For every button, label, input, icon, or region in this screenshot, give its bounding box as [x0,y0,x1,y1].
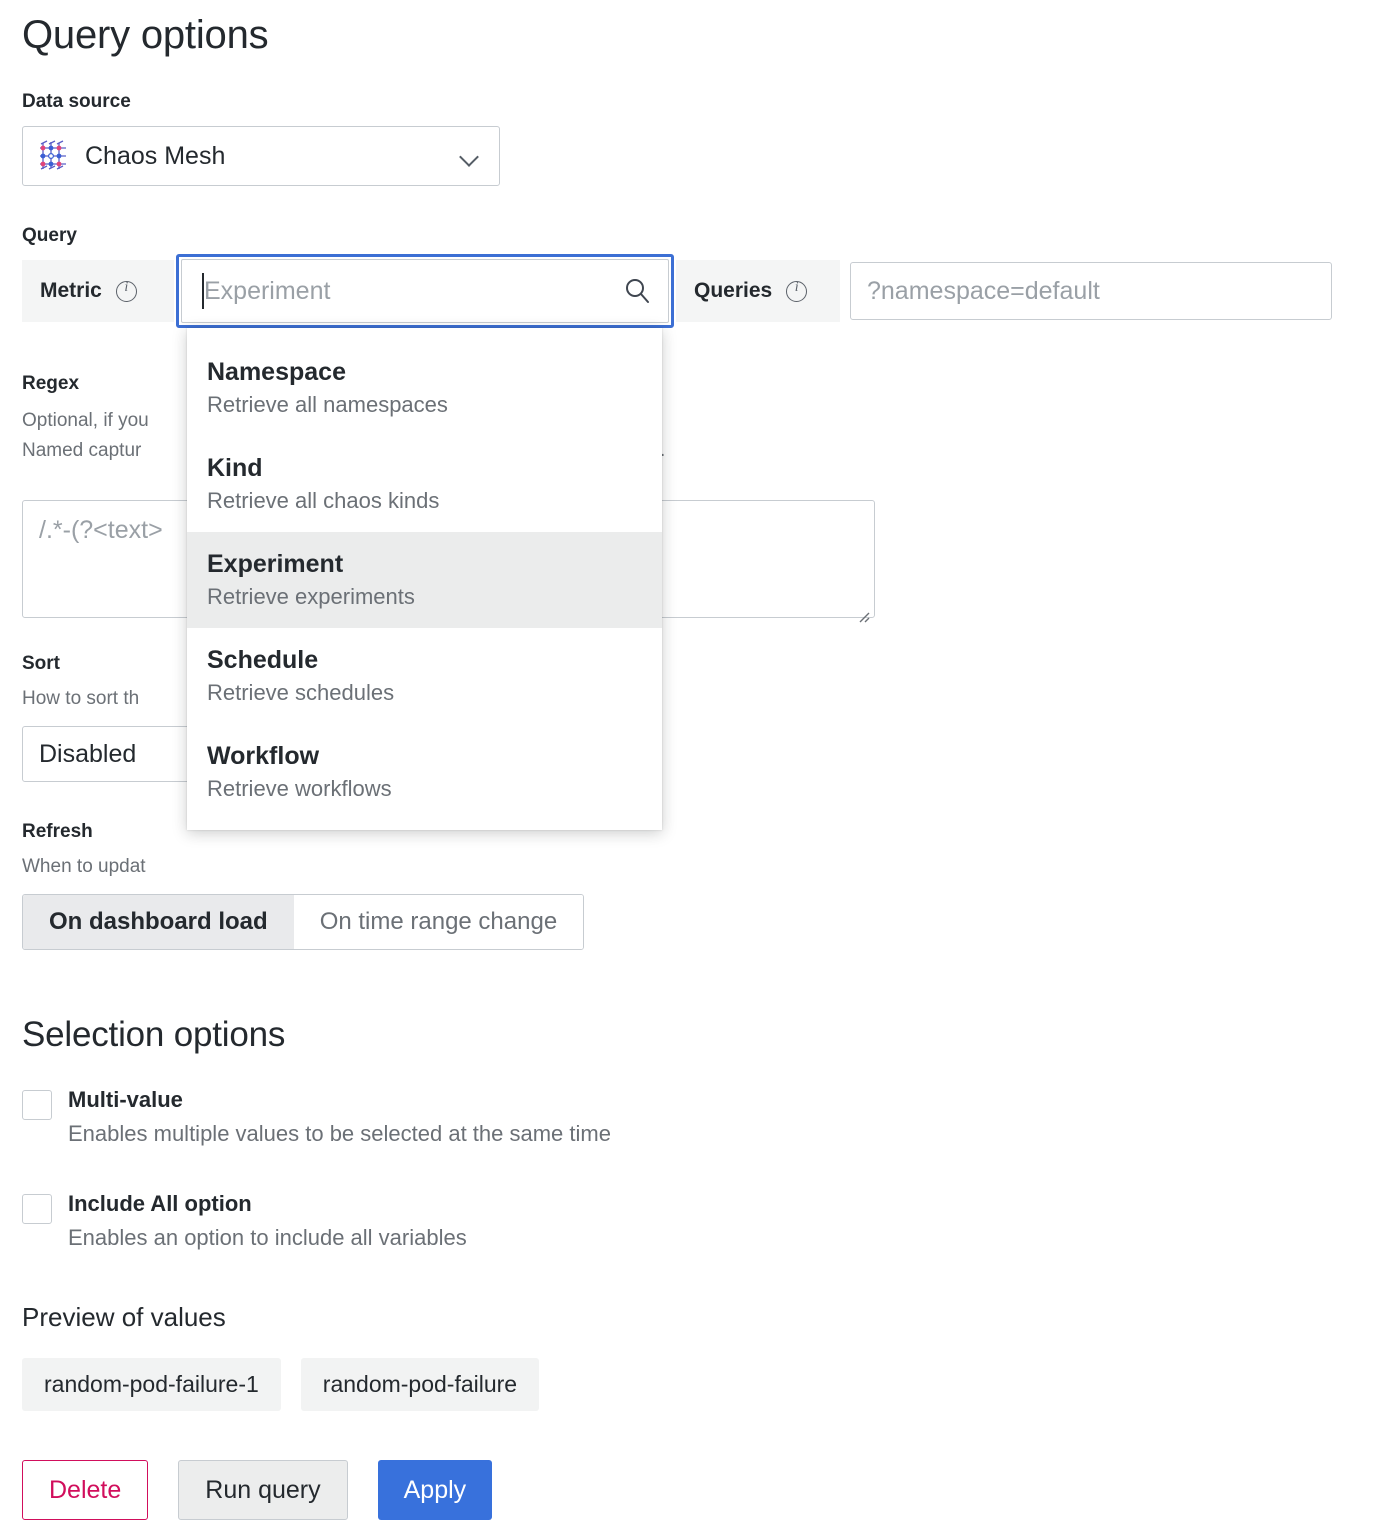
dropdown-option-title: Namespace [207,356,642,388]
dropdown-option-schedule[interactable]: Schedule Retrieve schedules [187,628,662,724]
queries-input[interactable]: ?namespace=default [850,262,1332,320]
data-source-select[interactable]: Chaos Mesh [22,126,500,186]
page-title: Query options [22,10,268,60]
multi-value-label[interactable]: Multi-value [68,1087,183,1113]
preview-of-values-title: Preview of values [22,1300,226,1334]
sort-selected-value: Disabled [39,740,136,769]
preview-value-chip: random-pod-failure [301,1358,539,1411]
dropdown-option-kind[interactable]: Kind Retrieve all chaos kinds [187,436,662,532]
refresh-option-on-dashboard-load[interactable]: On dashboard load [23,895,294,949]
metric-input-placeholder: Experiment [204,277,622,306]
queries-label: Queries [694,279,772,303]
dropdown-option-experiment[interactable]: Experiment Retrieve experiments [187,532,662,628]
metric-input-wrapper[interactable]: Experiment [176,254,674,328]
resize-grip-icon[interactable] [854,598,870,614]
refresh-radio-group: On dashboard load On time range change [22,894,584,950]
regex-desc-line1-start: Optional, if you [22,410,149,431]
dropdown-option-title: Experiment [207,548,642,580]
delete-button[interactable]: Delete [22,1460,148,1520]
search-icon [622,276,652,306]
include-all-label[interactable]: Include All option [68,1191,252,1217]
data-source-label: Data source [22,90,131,114]
multi-value-description: Enables multiple values to be selected a… [68,1121,611,1147]
data-source-name: Chaos Mesh [85,142,459,171]
refresh-label: Refresh [22,820,93,844]
dropdown-option-namespace[interactable]: Namespace Retrieve all namespaces [187,340,662,436]
include-all-description: Enables an option to include all variabl… [68,1225,467,1251]
refresh-description: When to updat [22,852,146,882]
metric-label: Metric [40,279,102,303]
sort-description: How to sort th [22,684,139,714]
multi-value-checkbox[interactable] [22,1090,52,1120]
selection-options-title: Selection options [22,1012,285,1058]
regex-desc-line2-start: Named captur [22,440,141,461]
chevron-down-icon[interactable] [459,145,481,167]
info-icon[interactable] [786,281,807,302]
preview-values-list: random-pod-failure-1 random-pod-failure [22,1358,539,1411]
queries-input-placeholder: ?namespace=default [867,277,1100,306]
sort-label: Sort [22,652,60,676]
regex-placeholder: /.*-(?<text> [39,516,163,544]
dropdown-option-title: Kind [207,452,642,484]
dropdown-option-description: Retrieve experiments [207,580,642,614]
dropdown-option-description: Retrieve all namespaces [207,388,642,422]
queries-segment: Queries [676,260,840,322]
dropdown-option-workflow[interactable]: Workflow Retrieve workflows [187,724,662,820]
query-options-panel: Query options Data source [0,0,1400,1540]
metric-dropdown-menu: Namespace Retrieve all namespaces Kind R… [187,328,662,830]
refresh-option-on-time-range-change[interactable]: On time range change [294,895,583,949]
info-icon[interactable] [116,281,137,302]
action-buttons: Delete Run query Apply [22,1460,492,1520]
dropdown-option-title: Workflow [207,740,642,772]
apply-button[interactable]: Apply [378,1460,493,1520]
metric-input[interactable]: Experiment [181,259,669,323]
dropdown-option-description: Retrieve workflows [207,772,642,806]
dropdown-option-description: Retrieve schedules [207,676,642,710]
query-label: Query [22,224,77,248]
run-query-button[interactable]: Run query [178,1460,347,1520]
dropdown-option-description: Retrieve all chaos kinds [207,484,642,518]
include-all-checkbox[interactable] [22,1194,52,1224]
dropdown-option-title: Schedule [207,644,642,676]
preview-value-chip: random-pod-failure-1 [22,1358,281,1411]
regex-label: Regex [22,372,79,396]
text-caret [202,273,204,309]
chaos-mesh-logo-icon [37,139,71,173]
metric-segment: Metric [22,260,174,322]
